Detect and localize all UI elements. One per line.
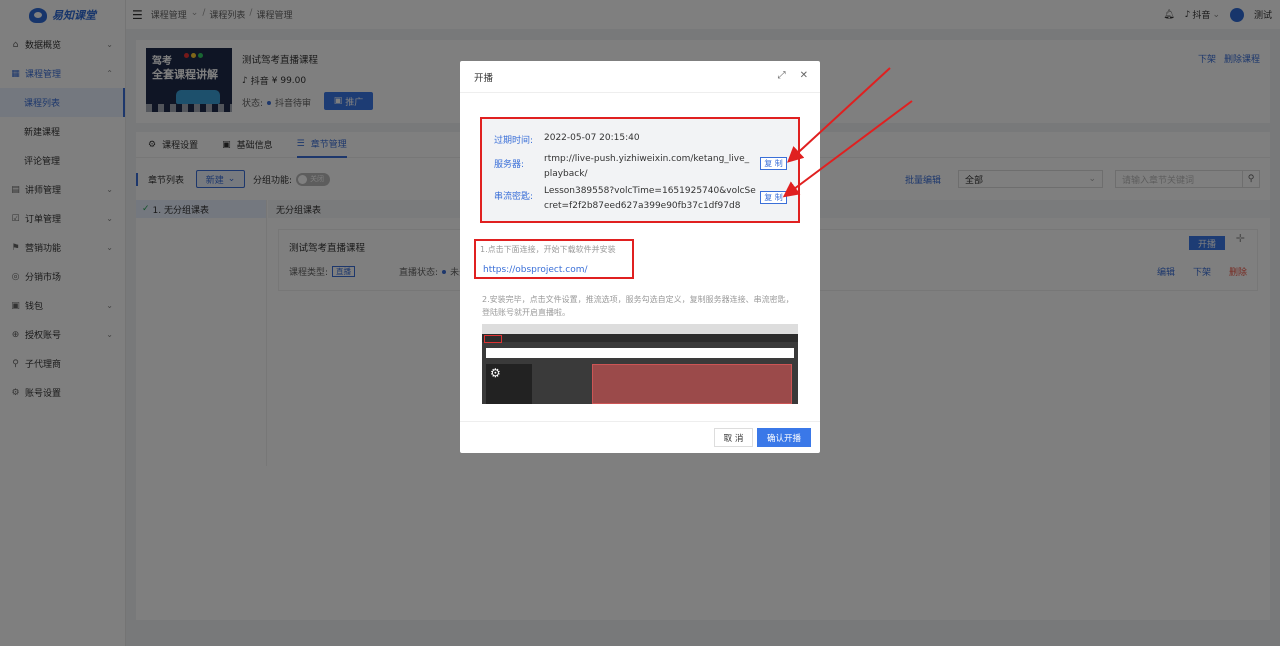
cancel-button[interactable]: 取 消 [714,428,753,447]
obs-settings-sidebar: ⚙ [486,364,532,404]
highlight-box-download [474,239,634,279]
close-icon[interactable]: ✕ [800,70,808,81]
obs-menubar [482,334,798,343]
fullscreen-icon[interactable]: ⤢ [778,70,786,81]
dialog-header-actions: ⤢ ✕ [778,70,808,81]
obs-settings-header [486,348,794,358]
obs-stream-settings-highlight [592,364,792,404]
obs-settings-screenshot: ⚙ [482,324,798,404]
dialog-footer: 取 消 确认开播 [460,421,820,453]
confirm-start-button[interactable]: 确认开播 [757,428,811,447]
start-live-dialog: 开播 ⤢ ✕ 过期时间: 2022-05-07 20:15:40 服务器: rt… [460,61,820,453]
step2-text: 2.安装完毕，点击文件设置，推流选项，服务勾选自定义，复制服务器连接、串流密匙，… [482,295,794,317]
obs-titlebar [482,324,798,334]
gear-icon: ⚙ [490,366,501,380]
obs-file-menu-highlight [484,335,502,343]
highlight-box-stream-info [480,117,800,223]
dialog-title: 开播 [474,72,494,84]
dialog-header: 开播 [460,61,820,93]
